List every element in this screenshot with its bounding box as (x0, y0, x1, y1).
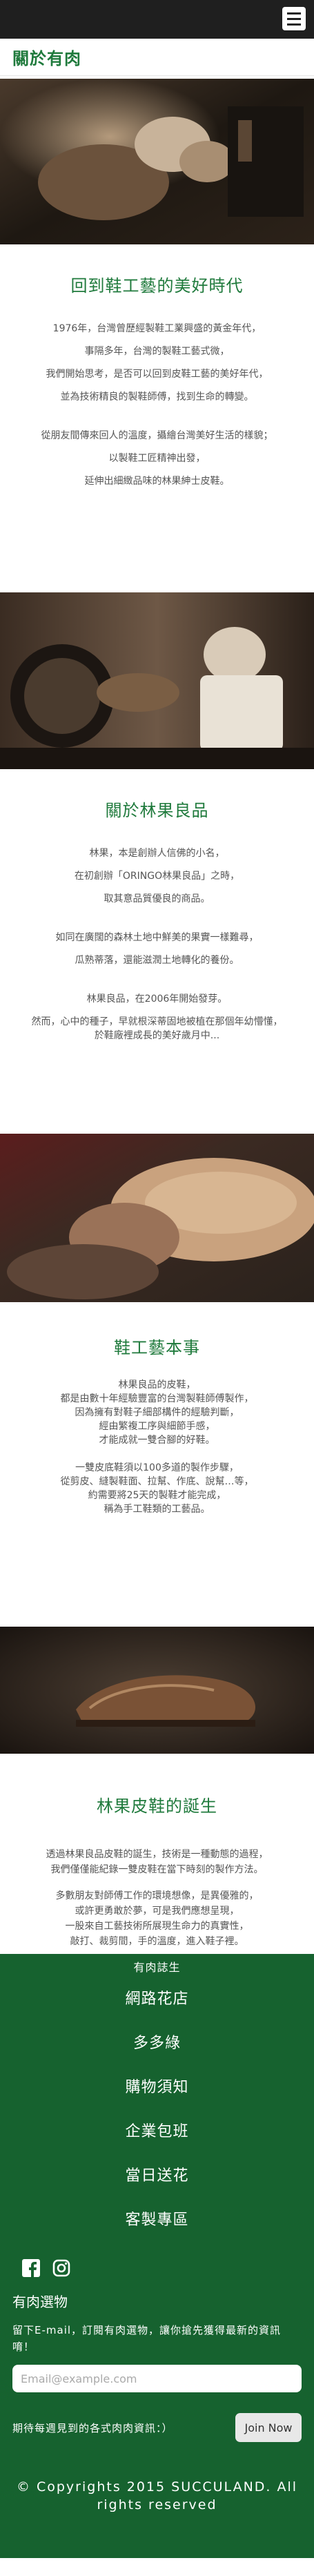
section-text: 我們僅僅能紀錄一雙皮鞋在當下時刻的製作方法。 (50, 1864, 264, 1875)
section-text: 才能成就一雙合腳的好鞋。 (99, 1435, 215, 1446)
section-text: 林果，本是創辦人信佛的小名， (89, 848, 225, 859)
footer-nav-item[interactable]: 多多綠 (0, 2022, 314, 2066)
section-shoe-birth: 林果皮鞋的誕生 透過林果良品皮鞋的誕生，技術是一種動態的過程， 我們僅僅能紀錄一… (0, 1754, 314, 1954)
section-text: 我們開始思考，是否可以回到皮鞋工藝的美好年代， (46, 369, 268, 380)
section-text: 如同在廣闊的森林土地中鮮美的果實一樣難尋， (55, 932, 259, 943)
section-text: 約需要將25天的製鞋才能完成， (88, 1490, 226, 1501)
section-text: 從剪皮、縫製鞋面、拉幫、作底、說幫…等， (60, 1476, 254, 1487)
craftsman-photo-2-graphic (0, 592, 314, 769)
hamburger-line (287, 23, 301, 26)
hamburger-line (287, 17, 301, 20)
footer-nav-item[interactable]: 網路花店 (0, 1977, 314, 2022)
shoe-photo-graphic (0, 1627, 314, 1754)
section-text: 在初創辦「ORINGO林果良品」之時， (74, 871, 240, 882)
newsletter-title: 有肉選物 (12, 2294, 68, 2310)
section-text: 稱為手工鞋類的工藝品。 (104, 1504, 210, 1515)
section-title: 鞋工藝本事 (114, 1338, 200, 1357)
email-field[interactable] (12, 2365, 302, 2392)
hamburger-icon[interactable] (282, 7, 306, 30)
footer: 有肉誌生 網路花店 多多綠 購物須知 企業包班 當日送花 客製專區 有肉選物 留… (0, 1954, 314, 2558)
section-text: 並為技術精良的製鞋師傅，找到生命的轉變。 (60, 391, 254, 403)
section-text: 延伸出細緻品味的林果紳士皮鞋。 (84, 476, 230, 487)
facebook-icon-graphic (22, 2259, 40, 2277)
craftsman-photo-1 (0, 79, 314, 244)
section-text: 因為擁有對鞋子細部構件的經驗判斷， (75, 1407, 239, 1418)
page-title: 關於有肉 (12, 49, 81, 68)
craftsman-photo-2 (0, 592, 314, 769)
section-title: 關於林果良品 (105, 801, 209, 820)
section-text: 都是由數十年經驗豐富的台灣製鞋師傅製作， (60, 1393, 254, 1404)
section-text: 一雙皮底鞋須以100多道的製作步驟， (75, 1462, 239, 1473)
footer-nav-item[interactable]: 當日送花 (0, 2154, 314, 2198)
section-text: 多數朋友對師傅工作的環境想像，是異優雅的， (55, 1890, 259, 1901)
section-about-brand: 關於林果良品 林果，本是創辦人信佛的小名， 在初創辦「ORINGO林果良品」之時… (0, 769, 314, 1134)
section-text: 事隔多年，台灣的製鞋工藝式微， (84, 346, 230, 357)
top-bar (0, 0, 314, 39)
hamburger-line (287, 12, 301, 14)
section-text: 林果良品，在2006年開始發芽。 (86, 994, 228, 1005)
join-row: 期待每週見到的各式肉肉資訊：） Join Now (12, 2413, 302, 2442)
facebook-icon[interactable] (21, 2258, 41, 2278)
section-text: 經由繁複工序與細節手感， (99, 1421, 215, 1432)
section-text: 林果良品的皮鞋， (118, 1379, 196, 1391)
footer-nav-item[interactable]: 客製專區 (0, 2198, 314, 2243)
shoe-photo (0, 1627, 314, 1754)
section-title: 回到鞋工藝的美好時代 (70, 276, 244, 296)
join-now-button[interactable]: Join Now (235, 2413, 302, 2442)
section-text: 瓜熟蒂落，還能滋潤土地轉化的養份。 (75, 955, 239, 966)
section-text: 透過林果良品皮鞋的誕生，技術是一種動態的過程， (46, 1849, 268, 1860)
copyright: © Copyrights 2015 SUCCULAND. All rights … (16, 2479, 298, 2512)
newsletter: 有肉選物 留下E-mail，訂閱有肉選物，讓你搶先獲得最新的資訊唷！ 期待每週見… (0, 2291, 314, 2442)
footer-nav-item[interactable]: 有肉誌生 (0, 1958, 314, 1977)
page-title-bar: 關於有肉 (0, 39, 314, 76)
section-text: 或許更勇敢於夢，可是我們應想呈現， (75, 1906, 239, 1917)
section-text: 一股來自工藝技術所展現生命力的真實性， (65, 1921, 249, 1932)
section-text: 以製鞋工匠精神出發， (108, 453, 206, 464)
section-text: 敲打、裁剪間，手的溫度，進入鞋子裡。 (70, 1936, 244, 1947)
craftsman-photo-3-graphic (0, 1134, 314, 1302)
newsletter-description: 留下E-mail，訂閱有肉選物，讓你搶先獲得最新的資訊唷！ (12, 2324, 282, 2353)
section-text: 從朋友間傳來回人的溫度，攝繪台灣美好生活的樣貌； (41, 430, 273, 441)
section-text: 1976年，台灣曾歷經製鞋工業興盛的黃金年代， (52, 323, 262, 334)
instagram-icon[interactable] (51, 2258, 72, 2278)
section-golden-era: 回到鞋工藝的美好時代 1976年，台灣曾歷經製鞋工業興盛的黃金年代， 事隔多年，… (0, 244, 314, 592)
footer-nav: 有肉誌生 網路花店 多多綠 購物須知 企業包班 當日送花 客製專區 (0, 1954, 314, 2243)
craftsman-photo-1-graphic (0, 79, 314, 244)
footer-nav-item[interactable]: 購物須知 (0, 2066, 314, 2110)
section-text: 於鞋廠裡成長的美好歲月中... (94, 1030, 220, 1041)
section-text: 取其意品質優良的商品。 (104, 893, 210, 904)
footer-nav-item[interactable]: 企業包班 (0, 2110, 314, 2154)
join-lead-text: 期待每週見到的各式肉肉資訊：） (12, 2421, 173, 2434)
instagram-icon-graphic (52, 2259, 70, 2277)
section-text: 然而，心中的種子，早就根深蒂固地被植在那個年幼懵懂， (31, 1016, 283, 1027)
section-craft-skill: 鞋工藝本事 林果良品的皮鞋， 都是由數十年經驗豐富的台灣製鞋師傅製作， 因為擁有… (0, 1302, 314, 1627)
social-links (0, 2243, 314, 2284)
section-title: 林果皮鞋的誕生 (97, 1797, 217, 1816)
craftsman-photo-3 (0, 1134, 314, 1302)
